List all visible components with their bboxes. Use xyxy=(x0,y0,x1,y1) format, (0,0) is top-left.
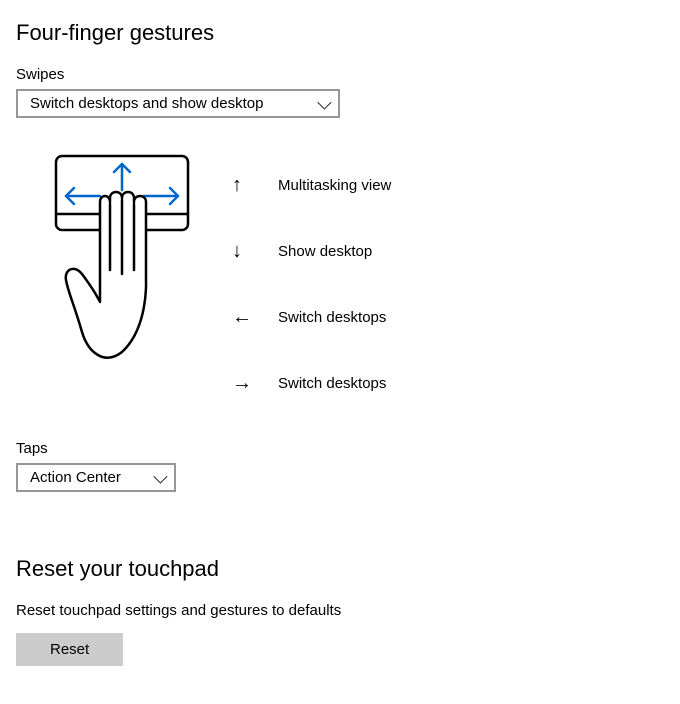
reset-description: Reset touchpad settings and gestures to … xyxy=(16,602,664,619)
gesture-label-right: Switch desktops xyxy=(278,375,386,392)
reset-button[interactable]: Reset xyxy=(16,633,123,666)
gesture-row-left: ← Switch desktops xyxy=(232,284,391,350)
arrow-up-icon: ↑ xyxy=(232,175,278,195)
gesture-direction-list: ↑ Multitasking view ↓ Show desktop ← Swi… xyxy=(232,152,391,416)
taps-dropdown[interactable]: Action Center xyxy=(16,463,176,492)
gesture-label-down: Show desktop xyxy=(278,243,372,260)
gesture-row-right: → Switch desktops xyxy=(232,350,391,416)
arrow-down-icon: ↓ xyxy=(232,241,278,261)
arrow-right-icon: → xyxy=(232,373,278,393)
touchpad-gesture-illustration xyxy=(52,152,192,392)
swipes-label: Swipes xyxy=(16,66,664,83)
swipes-dropdown-value: Switch desktops and show desktop xyxy=(30,95,263,112)
gesture-row-up: ↑ Multitasking view xyxy=(232,152,391,218)
chevron-down-icon xyxy=(153,469,167,483)
arrow-left-icon: ← xyxy=(232,307,278,327)
chevron-down-icon xyxy=(317,95,331,109)
gesture-row-down: ↓ Show desktop xyxy=(232,218,391,284)
taps-label: Taps xyxy=(16,440,664,457)
section-heading-gestures: Four-finger gestures xyxy=(16,20,664,46)
section-heading-reset: Reset your touchpad xyxy=(16,556,664,582)
gesture-label-left: Switch desktops xyxy=(278,309,386,326)
taps-dropdown-value: Action Center xyxy=(30,469,121,486)
gesture-label-up: Multitasking view xyxy=(278,177,391,194)
swipes-dropdown[interactable]: Switch desktops and show desktop xyxy=(16,89,340,118)
